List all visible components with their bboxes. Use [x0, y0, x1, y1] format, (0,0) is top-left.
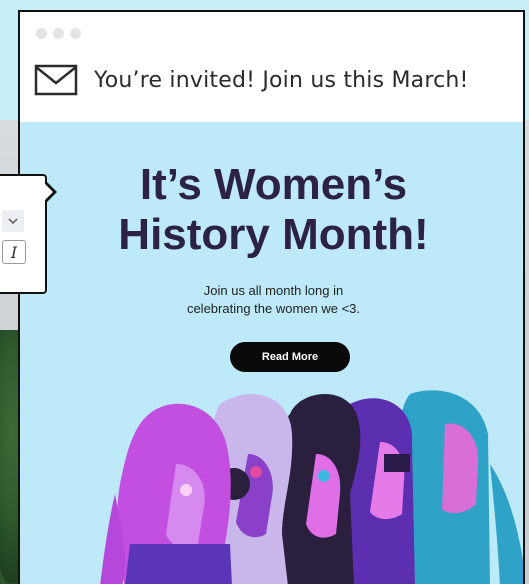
body-text: Join us all month long in celebrating th… [20, 282, 523, 318]
headline-line-2: History Month! [118, 210, 429, 259]
window-dot[interactable] [53, 28, 64, 39]
body-line-2: celebrating the women we <3. [186, 301, 361, 316]
format-toolbar: I [0, 174, 47, 294]
headline-line-1: It’s Women’s [139, 160, 408, 209]
email-subject-row: You’re invited! Join us this March! [34, 60, 469, 100]
email-hero: It’s Women’s History Month! Join us all … [20, 122, 523, 584]
body-line-1: Join us all month long in [203, 283, 344, 298]
email-subject: You’re invited! Join us this March! [94, 67, 469, 93]
toolbar-pointer-fill [44, 183, 53, 201]
italic-button[interactable]: I [2, 240, 26, 264]
format-dropdown[interactable] [2, 210, 24, 232]
window-dot[interactable] [70, 28, 81, 39]
envelope-icon [34, 64, 78, 96]
window-controls [36, 28, 81, 39]
women-illustration [100, 390, 523, 584]
headline: It’s Women’s History Month! [20, 160, 523, 260]
window-dot[interactable] [36, 28, 47, 39]
chevron-down-icon [8, 218, 18, 225]
read-more-button[interactable]: Read More [230, 342, 350, 372]
email-window: You’re invited! Join us this March! It’s… [18, 10, 525, 584]
